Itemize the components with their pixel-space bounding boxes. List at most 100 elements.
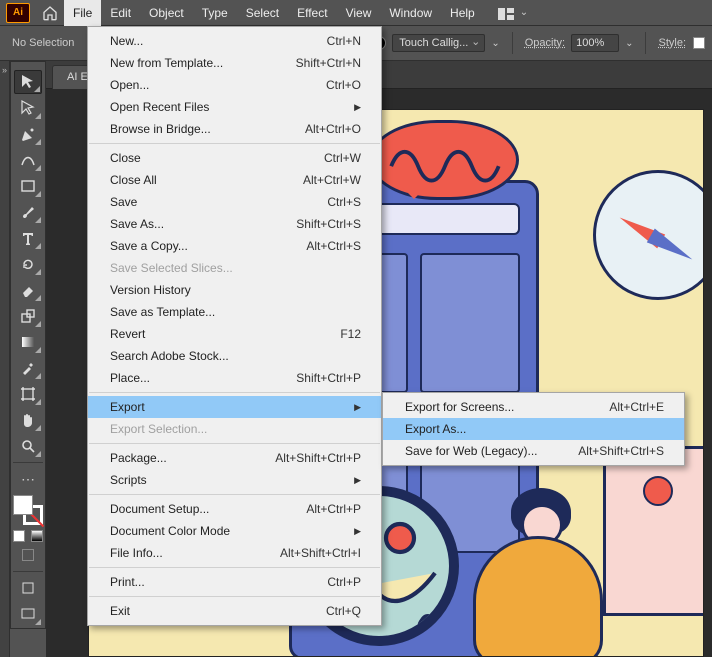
file_menu-item[interactable]: Close AllAlt+Ctrl+W <box>88 169 381 191</box>
app-logo: Ai <box>6 3 30 23</box>
edit-toolbar-button[interactable]: ⋯ <box>14 467 42 491</box>
selection-status: No Selection <box>6 37 80 49</box>
eyedropper-tool[interactable] <box>14 356 42 380</box>
menu-item-label: Revert <box>110 327 304 341</box>
file_menu-item[interactable]: New...Ctrl+N <box>88 30 381 52</box>
menu-item-label: Export Selection... <box>110 422 361 436</box>
file_menu-item[interactable]: Scripts▶ <box>88 469 381 491</box>
file_menu-item[interactable]: Save as Template... <box>88 301 381 323</box>
menu-type[interactable]: Type <box>193 0 237 26</box>
color-mode-solid[interactable] <box>13 530 25 542</box>
file_menu-item[interactable]: Search Adobe Stock... <box>88 345 381 367</box>
style-swatch[interactable] <box>693 37 705 49</box>
selection-tool[interactable] <box>14 70 42 94</box>
pen-tool[interactable] <box>14 122 42 146</box>
menu-item-label: Search Adobe Stock... <box>110 349 361 363</box>
file_menu-item[interactable]: Save As...Shift+Ctrl+S <box>88 213 381 235</box>
menu-effect[interactable]: Effect <box>288 0 336 26</box>
submenu-arrow-icon: ▶ <box>354 475 361 486</box>
workspace-switcher[interactable]: ⌄ <box>498 7 528 19</box>
export_submenu-item[interactable]: Export As... <box>383 418 684 440</box>
illus-apple <box>643 476 673 506</box>
style-label: Style: <box>658 37 686 49</box>
file_menu-item[interactable]: CloseCtrl+W <box>88 147 381 169</box>
eraser-tool[interactable] <box>14 278 42 302</box>
menu-item-label: Save <box>110 195 291 209</box>
file_menu-item[interactable]: Print...Ctrl+P <box>88 571 381 593</box>
menu-item-shortcut: Ctrl+P <box>327 575 361 589</box>
menu-item-shortcut: Ctrl+O <box>326 78 361 92</box>
illus-table <box>603 446 704 616</box>
menu-item-label: Save as Template... <box>110 305 361 319</box>
direct-selection-tool[interactable] <box>14 96 42 120</box>
artboard-tool[interactable] <box>14 382 42 406</box>
gradient-tool[interactable] <box>14 330 42 354</box>
menu-separator <box>89 596 380 597</box>
menu-item-shortcut: Ctrl+W <box>324 151 361 165</box>
menu-item-shortcut: Alt+Shift+Ctrl+S <box>578 444 664 458</box>
file_menu-item[interactable]: Save Ctrl+S <box>88 191 381 213</box>
chevron-down-icon: ⌄ <box>491 38 499 49</box>
file_menu-item[interactable]: New from Template...Shift+Ctrl+N <box>88 52 381 74</box>
file_menu-item[interactable]: Package...Alt+Shift+Ctrl+P <box>88 447 381 469</box>
menu-window[interactable]: Window <box>380 0 441 26</box>
expand-dock-icon[interactable]: » <box>0 65 9 75</box>
draw-normal[interactable] <box>14 576 42 600</box>
menu-item-shortcut: Ctrl+S <box>327 195 361 209</box>
file_menu-item[interactable]: Export▶ <box>88 396 381 418</box>
paintbrush-tool[interactable] <box>14 200 42 224</box>
menu-view[interactable]: View <box>337 0 381 26</box>
color-mode-gradient[interactable] <box>31 530 43 542</box>
menu-item-shortcut: Ctrl+Q <box>326 604 361 618</box>
curvature-tool[interactable] <box>14 148 42 172</box>
file_menu-item[interactable]: Document Color Mode▶ <box>88 520 381 542</box>
file_menu-item[interactable]: File Info...Alt+Shift+Ctrl+I <box>88 542 381 564</box>
menu-item-label: Version History <box>110 283 361 297</box>
file_menu-item[interactable]: ExitCtrl+Q <box>88 600 381 622</box>
file_menu-item[interactable]: Open... Ctrl+O <box>88 74 381 96</box>
menu-file[interactable]: File <box>64 0 101 26</box>
color-mode-row <box>11 529 45 567</box>
hand-tool[interactable] <box>14 408 42 432</box>
file_menu-item[interactable]: Browse in Bridge...Alt+Ctrl+O <box>88 118 381 140</box>
fill-box[interactable] <box>13 495 33 515</box>
submenu-arrow-icon: ▶ <box>354 526 361 537</box>
home-icon[interactable] <box>36 0 64 26</box>
menu-edit[interactable]: Edit <box>101 0 140 26</box>
file_menu-item: Save Selected Slices... <box>88 257 381 279</box>
export_submenu-item[interactable]: Save for Web (Legacy)...Alt+Shift+Ctrl+S <box>383 440 684 462</box>
topbar: Ai File Edit Object Type Select Effect V… <box>0 0 712 26</box>
export_submenu-item[interactable]: Export for Screens...Alt+Ctrl+E <box>383 396 684 418</box>
menu-item-label: Export for Screens... <box>405 400 573 414</box>
file_menu-item[interactable]: Version History <box>88 279 381 301</box>
menu-help[interactable]: Help <box>441 0 484 26</box>
file_menu-item: Export Selection... <box>88 418 381 440</box>
menu-item-shortcut: Alt+Shift+Ctrl+I <box>280 546 361 560</box>
file_menu-item[interactable]: Save a Copy...Alt+Ctrl+S <box>88 235 381 257</box>
menu-item-shortcut: Shift+Ctrl+N <box>296 56 361 70</box>
screen-mode[interactable] <box>14 602 42 626</box>
file_menu-item[interactable]: Document Setup...Alt+Ctrl+P <box>88 498 381 520</box>
menu-select[interactable]: Select <box>237 0 288 26</box>
opacity-field[interactable]: 100% <box>571 34 619 52</box>
file_menu-item[interactable]: Place...Shift+Ctrl+P <box>88 367 381 389</box>
brush-combo[interactable]: Touch Callig... <box>392 34 485 52</box>
fill-stroke-control[interactable] <box>13 495 43 525</box>
menu-object[interactable]: Object <box>140 0 193 26</box>
file_menu-item[interactable]: Open Recent Files▶ <box>88 96 381 118</box>
scale-tool[interactable] <box>14 304 42 328</box>
rotate-tool[interactable] <box>14 252 42 276</box>
export-submenu: Export for Screens...Alt+Ctrl+EExport As… <box>382 392 685 466</box>
zoom-tool[interactable] <box>14 434 42 458</box>
dock-strip: » <box>0 61 10 657</box>
file_menu-item[interactable]: RevertF12 <box>88 323 381 345</box>
menu-item-label: Open Recent Files <box>110 100 318 114</box>
menu-item-label: Save As... <box>110 217 260 231</box>
menu-item-shortcut: Alt+Ctrl+O <box>305 122 361 136</box>
type-tool[interactable] <box>14 226 42 250</box>
layout-icon <box>498 7 514 19</box>
color-mode-none[interactable] <box>22 549 34 561</box>
menu-separator <box>89 494 380 495</box>
rectangle-tool[interactable] <box>14 174 42 198</box>
menu-item-label: Open... <box>110 78 290 92</box>
